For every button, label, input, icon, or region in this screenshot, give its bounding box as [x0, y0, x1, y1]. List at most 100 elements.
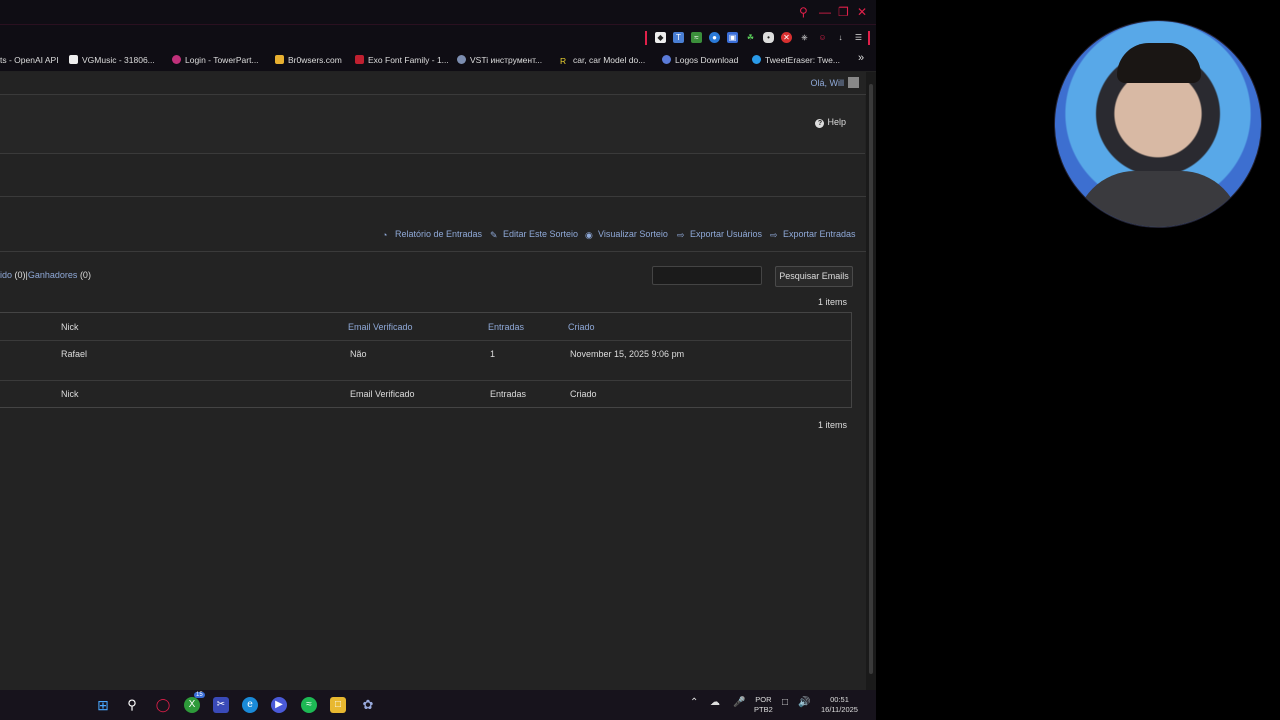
bookmark-item[interactable]: TweetEraser: Twe...	[752, 55, 840, 65]
bookmark-item[interactable]: Rcar, car Model do...	[560, 55, 645, 66]
column-created[interactable]: Criado	[568, 322, 595, 332]
car-icon: R	[560, 56, 567, 66]
logos-icon	[662, 55, 671, 64]
profile-icon[interactable]: ☺	[817, 32, 828, 43]
table-footer: Nick Email Verificado Entradas Criado	[0, 381, 851, 407]
export-entries-link[interactable]: ⇨ Exportar Entradas	[770, 229, 856, 240]
help-icon: ?	[815, 119, 825, 128]
search-emails-button[interactable]: Pesquisar Emails	[775, 266, 853, 287]
column-email-verified[interactable]: Email Verificado	[348, 322, 413, 332]
microphone-icon[interactable]: 🎤	[733, 698, 745, 708]
xbox-icon[interactable]: X	[184, 697, 200, 713]
extension-icon[interactable]: ▣	[727, 32, 738, 43]
search-icon[interactable]: ⚲	[124, 697, 140, 713]
cell-entries: 1	[490, 349, 496, 359]
fontfamily-icon	[355, 55, 364, 64]
scrollbar[interactable]	[866, 72, 876, 690]
column-nick[interactable]: Nick	[61, 322, 79, 332]
cell-email-verified: Não	[350, 349, 367, 359]
extension-icon[interactable]: ≈	[691, 32, 702, 43]
bookmark-item[interactable]: Br0wsers.com	[275, 55, 342, 65]
filter-links: ido (0)|Ganhadores (0)	[0, 270, 91, 280]
user-greeting[interactable]: Olá, Will	[811, 78, 845, 88]
restore-icon[interactable]: ❐	[838, 5, 849, 19]
browsers-icon	[275, 55, 284, 64]
spotify-icon[interactable]: ≈	[301, 697, 317, 713]
column-email-verified[interactable]: Email Verificado	[350, 389, 415, 399]
bookmark-item[interactable]: VSTi инструмент...	[457, 55, 542, 65]
network-icon[interactable]: □	[782, 698, 788, 708]
menu-icon[interactable]: ☰	[853, 32, 864, 43]
extensions-toolbar: ◆ T ≈ ● ▣ ☘ • ✕ ⎈ ☺ ↓ ☰	[0, 26, 876, 50]
page-content: Olá, Will ? Help ◔ Relatório de Entradas ✎…	[0, 72, 866, 690]
volume-icon[interactable]: 🔊	[798, 698, 810, 708]
webcam-overlay	[1054, 20, 1262, 228]
opera-icon[interactable]: ◯	[155, 697, 171, 713]
items-count-top: 1 items	[817, 297, 847, 307]
avatar[interactable]	[848, 77, 859, 88]
clock[interactable]: 00:51 16/11/2025	[821, 695, 858, 715]
extension-icon[interactable]: ✕	[781, 32, 792, 43]
filter-count: (0)	[79, 270, 91, 280]
windows-start-icon[interactable]: ⊞	[95, 697, 111, 713]
minimize-icon[interactable]: —	[819, 5, 831, 19]
extension-icon[interactable]: ◆	[655, 32, 666, 43]
filter-link[interactable]: ido	[0, 270, 12, 280]
vsti-icon	[457, 55, 466, 64]
column-entries[interactable]: Entradas	[490, 389, 526, 399]
filter-count: (0)	[14, 270, 26, 280]
edge-icon[interactable]: e	[242, 697, 258, 713]
vgmusic-icon	[69, 55, 78, 64]
help-panel	[0, 95, 865, 154]
xbox-badge: 15	[194, 692, 205, 698]
chart-icon: ◔	[382, 230, 388, 240]
pencil-icon: ✎	[490, 230, 498, 240]
mouse-icon[interactable]: •	[763, 32, 774, 43]
bookmark-item[interactable]: Exo Font Family - 1...	[355, 55, 449, 65]
title-bar: ⚲ — ❐ ✕	[0, 0, 876, 26]
search-icon[interactable]: ⚲	[799, 5, 808, 19]
items-count-bottom: 1 items	[817, 420, 847, 430]
bookmark-item[interactable]: VGMusic - 31806...	[69, 55, 155, 65]
table-header: Nick Email Verificado Entradas Criado	[0, 313, 851, 341]
browser-window: ⚲ — ❐ ✕ ◆ T ≈ ● ▣ ☘ • ✕ ⎈ ☺ ↓ ☰ ts - Ope…	[0, 0, 876, 690]
help-button[interactable]: ? Help	[815, 117, 846, 128]
table-row[interactable]: Rafael Não 1 November 15, 2025 9:06 pm	[0, 341, 851, 381]
extension-icon[interactable]: ☘	[745, 32, 756, 43]
chevron-up-icon[interactable]: ⌃	[690, 698, 698, 708]
tweeteraser-icon	[752, 55, 761, 64]
cloud-icon[interactable]: ☁	[710, 698, 720, 708]
file-explorer-icon[interactable]: □	[330, 697, 346, 713]
cell-created: November 15, 2025 9:06 pm	[570, 349, 685, 359]
language-indicator[interactable]: POR PTB2	[754, 695, 773, 715]
filter-winners-link[interactable]: Ganhadores	[28, 270, 78, 280]
bookmark-item[interactable]: Logos Download	[662, 55, 738, 65]
app-icon[interactable]: ✿	[360, 697, 376, 713]
export-users-link[interactable]: ⇨ Exportar Usuários	[677, 229, 762, 240]
column-entries[interactable]: Entradas	[488, 322, 524, 332]
bookmark-item[interactable]: Login - TowerPart...	[172, 55, 259, 65]
puzzle-icon[interactable]: ⎈	[799, 32, 810, 43]
taskbar: ⊞ ⚲ ◯ X 15 ✂ e ▶ ≈ □ ✿ ⌃ ☁ 🎤 POR PTB2 □ 🔊…	[0, 690, 876, 720]
close-icon[interactable]: ✕	[857, 5, 867, 19]
bookmarks-bar: ts - OpenAI API VGMusic - 31806... Login…	[0, 50, 876, 72]
entries-table: Nick Email Verificado Entradas Criado Ra…	[0, 312, 852, 408]
export-icon: ⇨	[770, 230, 778, 240]
cell-nick: Rafael	[61, 349, 88, 359]
download-icon[interactable]: ↓	[835, 32, 846, 43]
snipping-tool-icon[interactable]: ✂	[213, 697, 229, 713]
translate-icon[interactable]: T	[673, 32, 684, 43]
app-icon[interactable]: ▶	[271, 697, 287, 713]
extension-icon[interactable]: ●	[709, 32, 720, 43]
column-nick[interactable]: Nick	[61, 389, 79, 399]
column-created[interactable]: Criado	[570, 389, 597, 399]
chevron-right-icon[interactable]: »	[858, 52, 864, 64]
admin-bar: Olá, Will	[0, 72, 866, 95]
search-input[interactable]	[652, 266, 762, 285]
eye-icon: ◉	[585, 230, 593, 240]
edit-giveaway-link[interactable]: ✎ Editar Este Sorteio	[490, 229, 578, 240]
bookmark-item[interactable]: ts - OpenAI API	[0, 55, 59, 65]
report-entries-link[interactable]: ◔ Relatório de Entradas	[382, 229, 482, 240]
view-giveaway-link[interactable]: ◉ Visualizar Sorteio	[585, 229, 668, 240]
export-icon: ⇨	[677, 230, 685, 240]
